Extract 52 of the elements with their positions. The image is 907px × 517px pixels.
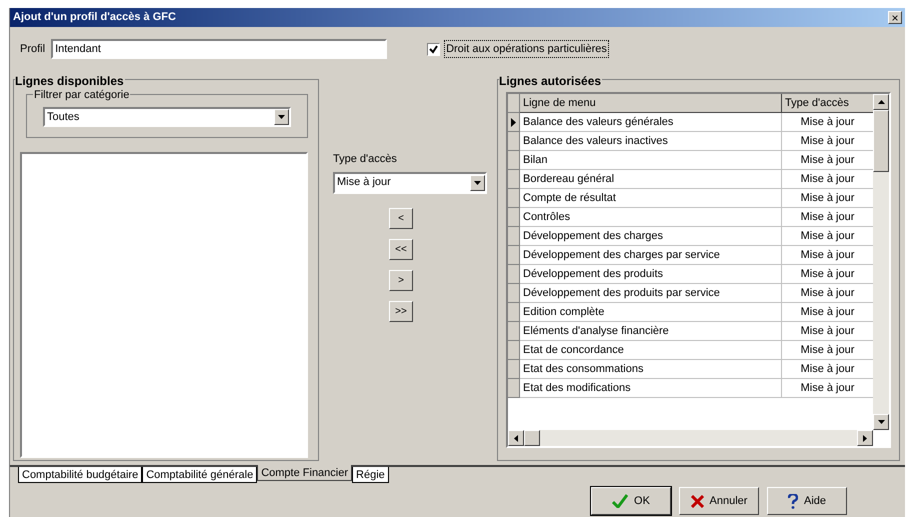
cross-icon xyxy=(690,494,704,508)
ok-button[interactable]: OK xyxy=(591,487,671,515)
move-button[interactable]: >> xyxy=(389,300,413,322)
table-cell: Bordereau général xyxy=(520,170,782,189)
access-type-dropdown[interactable]: Mise à jour xyxy=(333,172,487,194)
table-cell: Bilan xyxy=(520,151,782,170)
scroll-thumb[interactable] xyxy=(524,430,540,446)
table-cell: Développement des charges xyxy=(520,227,782,246)
question-icon xyxy=(788,494,798,508)
dropdown-value: Toutes xyxy=(47,110,80,125)
access-type-label: Type d'accès xyxy=(333,152,398,167)
checkbox[interactable] xyxy=(427,42,440,56)
table-cell: Contrôles xyxy=(520,208,782,227)
move-button[interactable]: < xyxy=(389,208,413,228)
checkbox-label: Droit aux opérations particulières xyxy=(444,40,609,58)
scroll-right-icon[interactable] xyxy=(857,430,873,446)
move-button[interactable]: << xyxy=(389,238,413,260)
scroll-down-icon[interactable] xyxy=(873,414,889,430)
table-cell: Etat des modifications xyxy=(520,379,782,398)
dropdown-value: Mise à jour xyxy=(337,175,391,190)
tab[interactable]: Compte Financier xyxy=(257,465,352,481)
profile-field[interactable]: Intendant xyxy=(51,39,388,59)
help-button[interactable]: Aide xyxy=(767,487,847,515)
scroll-thumb[interactable] xyxy=(873,110,889,172)
table-cell: Balance des valeurs inactives xyxy=(520,132,782,151)
current-row-icon xyxy=(511,118,516,126)
table-cell: Edition complète xyxy=(520,303,782,322)
horizontal-scrollbar[interactable] xyxy=(508,430,873,446)
table-cell: Etat des consommations xyxy=(520,360,782,379)
window-title: Ajout d'un profil d'accès à GFC xyxy=(13,10,176,26)
table-cell: Développement des produits par service xyxy=(520,284,782,303)
cancel-button[interactable]: Annuler xyxy=(679,487,759,515)
vertical-scrollbar[interactable] xyxy=(873,94,889,430)
scroll-up-icon[interactable] xyxy=(873,94,889,110)
profile-label: Profil xyxy=(20,42,46,57)
group-title: Filtrer par catégorie xyxy=(33,87,130,104)
tab[interactable]: Régie xyxy=(352,467,389,483)
table-cell: Développement des produits xyxy=(520,265,782,284)
row-header[interactable] xyxy=(508,113,520,132)
category-dropdown[interactable]: Toutes xyxy=(43,107,291,127)
table-cell: Développement des charges par service xyxy=(520,246,782,265)
table-cell: Etat de concordance xyxy=(520,341,782,360)
table-cell: Compte de résultat xyxy=(520,189,782,208)
move-button[interactable]: > xyxy=(389,270,413,290)
check-icon xyxy=(612,494,628,508)
tab[interactable]: Comptabilité budgétaire xyxy=(18,467,142,483)
tab[interactable]: Comptabilité générale xyxy=(142,467,258,483)
table-cell: Balance des valeurs générales xyxy=(520,113,782,132)
table-cell: Eléments d'analyse financière xyxy=(520,322,782,341)
column-header[interactable]: Ligne de menu xyxy=(520,94,782,113)
close-button[interactable]: × xyxy=(888,11,902,24)
scroll-left-icon[interactable] xyxy=(508,430,524,446)
